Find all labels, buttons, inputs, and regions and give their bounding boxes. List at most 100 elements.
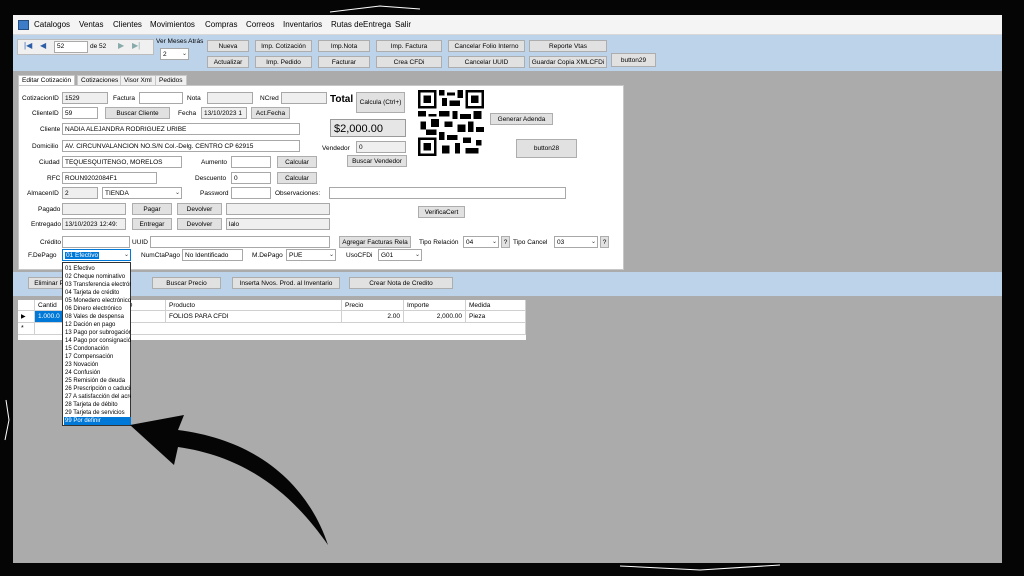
numctapago-field[interactable]: No Identificado [182, 249, 243, 261]
buscar-precio-button[interactable]: Buscar Precio [152, 277, 221, 289]
almacenid-field[interactable]: 2 [62, 187, 98, 199]
observaciones-field[interactable] [329, 187, 566, 199]
imp-factura-button[interactable]: Imp. Factura [376, 40, 442, 52]
menu-rutas-entrega[interactable]: Rutas deEntrega [331, 20, 391, 29]
first-record-icon[interactable]: |◀ [24, 41, 32, 50]
rfc-field[interactable]: ROUN9202084F1 [62, 172, 157, 184]
fdepago-option[interactable]: 05 Monedero electrónico [64, 297, 131, 305]
actualizar-button[interactable]: Actualizar [207, 56, 249, 68]
grid-cell-producto[interactable]: FOLIOS PARA CFDI [166, 311, 342, 323]
usocfdi-select[interactable]: G01 ⌄ [378, 249, 422, 261]
generar-adenda-button[interactable]: Generar Adenda [490, 113, 553, 125]
entregado-usuario-field[interactable]: lalo [226, 218, 330, 230]
cotizacionid-field[interactable]: 1529 [62, 92, 108, 104]
factura-field[interactable] [139, 92, 183, 104]
guardar-copia-xmlcfdi-button[interactable]: Guardar Copia XMLCFDi [529, 56, 607, 68]
nota-field[interactable] [207, 92, 253, 104]
fdepago-option[interactable]: 15 Condonación [64, 345, 131, 353]
grid-header-precio[interactable]: Precio [342, 300, 404, 311]
menu-clientes[interactable]: Clientes [113, 20, 142, 29]
cliente-field[interactable]: NADIA ALEJANDRA RODRIGUEZ URIBE [62, 123, 300, 135]
agregar-facturas-rela-button[interactable]: Agregar Facturas Rela [339, 236, 411, 248]
fdepago-option[interactable]: 01 Efectivo [64, 265, 131, 273]
aumento-field[interactable] [231, 156, 271, 168]
password-field[interactable] [231, 187, 271, 199]
inserta-nvos-prod-button[interactable]: Inserta Nvos. Prod. al Inventario [232, 277, 340, 289]
tipo-relacion-help-button[interactable]: ? [501, 236, 510, 248]
ver-meses-select[interactable]: 2 ⌄ [160, 48, 189, 60]
fdepago-option[interactable]: 08 Vales de despensa [64, 313, 131, 321]
act-fecha-button[interactable]: Act.Fecha [251, 107, 290, 119]
imp-cotizacion-button[interactable]: Imp. Cotización [255, 40, 312, 52]
fecha-field[interactable]: 13/10/2023 1 [201, 107, 247, 119]
calcular-descuento-button[interactable]: Calcular [277, 172, 317, 184]
menu-movimientos[interactable]: Movimientos [150, 20, 195, 29]
menu-inventarios[interactable]: Inventarios [283, 20, 322, 29]
grid-cell-importe[interactable]: 2,000.00 [404, 311, 466, 323]
reporte-vtas-button[interactable]: Reporte Vtas [529, 40, 607, 52]
ciudad-field[interactable]: TEQUESQUITENGO, MORELOS [62, 156, 182, 168]
cancelar-uuid-button[interactable]: Cancelar UUID [448, 56, 525, 68]
fdepago-option[interactable]: 06 Dinero electrónico [64, 305, 131, 313]
ncred-field[interactable] [281, 92, 327, 104]
fdepago-option[interactable]: 12 Dación en pago [64, 321, 131, 329]
domicilio-field[interactable]: AV. CIRCUNVALANCION NO.S/N Col.-Delg. CE… [62, 140, 300, 152]
fdepago-option[interactable]: 02 Cheque nominativo [64, 273, 131, 281]
calcular-aumento-button[interactable]: Calcular [277, 156, 317, 168]
credito-field[interactable] [62, 236, 130, 248]
almacen-select[interactable]: TIENDA ⌄ [102, 187, 182, 199]
fdepago-option[interactable]: 24 Confusión [64, 369, 131, 377]
prev-record-icon[interactable]: ◀ [40, 41, 46, 50]
pagar-button[interactable]: Pagar [132, 203, 172, 215]
button28[interactable]: button28 [516, 139, 577, 158]
fdepago-option[interactable]: 04 Tarjeta de crédito [64, 289, 131, 297]
tipo-relacion-select[interactable]: 04 ⌄ [463, 236, 499, 248]
tipo-cancel-help-button[interactable]: ? [600, 236, 609, 248]
vendedor-field[interactable]: 0 [356, 141, 406, 153]
tipo-cancel-select[interactable]: 03 ⌄ [554, 236, 598, 248]
descuento-field[interactable]: 0 [231, 172, 271, 184]
devolver-entrega-button[interactable]: Devolver [177, 218, 222, 230]
buscar-cliente-button[interactable]: Buscar Cliente [105, 107, 170, 119]
mdepago-select[interactable]: PUE ⌄ [286, 249, 336, 261]
facturar-button[interactable]: Facturar [318, 56, 370, 68]
new-row-icon[interactable]: * [18, 323, 35, 335]
uuid-field[interactable] [150, 236, 330, 248]
menu-salir[interactable]: Salir [395, 20, 411, 29]
crear-nota-credito-button[interactable]: Crear Nota de Credito [349, 277, 453, 289]
next-record-icon[interactable]: ▶ [118, 41, 124, 50]
pagado-field[interactable] [62, 203, 126, 215]
grid-cell-precio[interactable]: 2.00 [342, 311, 404, 323]
imp-pedido-button[interactable]: Imp. Pedido [255, 56, 312, 68]
cancelar-folio-interno-button[interactable]: Cancelar Folio Interno [448, 40, 525, 52]
grid-header-medida[interactable]: Medida [466, 300, 526, 311]
fdepago-option[interactable]: 23 Novación [64, 361, 131, 369]
menu-compras[interactable]: Compras [205, 20, 237, 29]
calcula-button[interactable]: Calcula (Ctrl+) [356, 92, 405, 113]
menu-correos[interactable]: Correos [246, 20, 274, 29]
fdepago-option[interactable]: 14 Pago por consignación [64, 337, 131, 345]
fdepago-select[interactable]: 01 Efectivo ⌄ [62, 249, 131, 261]
grid-header-producto[interactable]: Producto [166, 300, 342, 311]
grid-header-importe[interactable]: Importe [404, 300, 466, 311]
verificacert-button[interactable]: VerificaCert [418, 206, 465, 218]
fdepago-option[interactable]: 17 Compensación [64, 353, 131, 361]
menu-catalogos[interactable]: Catalogos [34, 20, 70, 29]
grid-cell-medida[interactable]: Pieza [466, 311, 526, 323]
pagado-extra-field[interactable] [226, 203, 330, 215]
row-selector-icon[interactable]: ▶ [18, 311, 35, 323]
menu-ventas[interactable]: Ventas [79, 20, 103, 29]
last-record-icon[interactable]: ▶| [132, 41, 140, 50]
devolver-pago-button[interactable]: Devolver [177, 203, 222, 215]
nueva-button[interactable]: Nueva [207, 40, 249, 52]
fdepago-option[interactable]: 25 Remisión de deuda [64, 377, 131, 385]
fdepago-option[interactable]: 13 Pago por subrogación [64, 329, 131, 337]
fdepago-option[interactable]: 03 Transferencia electrónica [64, 281, 131, 289]
entregado-field[interactable]: 13/10/2023 12:49: [62, 218, 126, 230]
button29[interactable]: button29 [611, 53, 656, 67]
clienteid-field[interactable]: 59 [62, 107, 98, 119]
crea-cfdi-button[interactable]: Crea CFDi [376, 56, 442, 68]
entregar-button[interactable]: Entregar [132, 218, 172, 230]
imp-nota-button[interactable]: Imp.Nota [318, 40, 370, 52]
record-position-input[interactable]: 52 [54, 41, 88, 53]
